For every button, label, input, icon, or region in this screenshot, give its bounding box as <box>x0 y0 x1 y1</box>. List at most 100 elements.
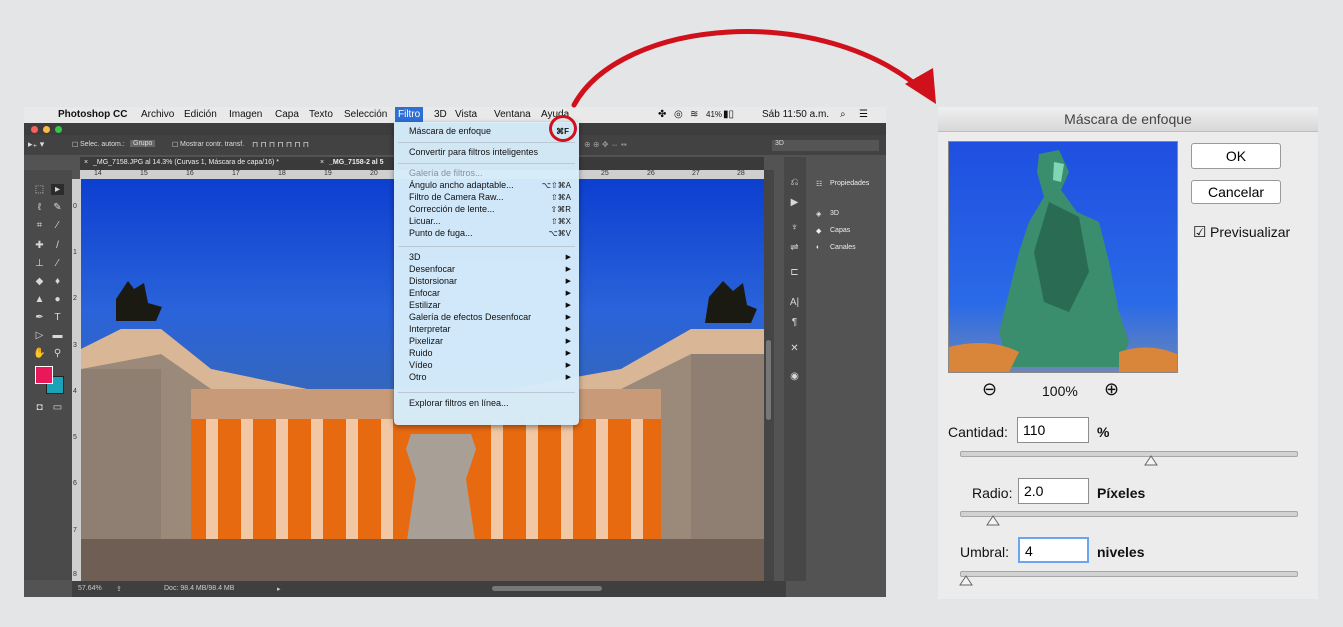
eyedropper-tool-icon[interactable]: ⁄ <box>51 220 64 231</box>
screen-mode-icon[interactable]: ▭ <box>51 402 64 413</box>
menu-filtro[interactable]: Filtro <box>395 107 424 123</box>
amount-slider[interactable] <box>960 451 1298 457</box>
menu-3d[interactable]: 3D <box>434 109 447 120</box>
minimize-window-button[interactable] <box>43 126 50 133</box>
show-transform-checkbox[interactable]: ☐ <box>172 141 178 149</box>
hand-tool-icon[interactable]: ✋ <box>33 348 46 359</box>
clock[interactable]: Sáb 11:50 a.m. <box>762 109 829 120</box>
adjustments-panel-icon[interactable]: ⇌ <box>788 242 801 253</box>
ok-button[interactable]: OK <box>1191 143 1281 169</box>
panel-3d[interactable]: 3D <box>830 210 839 217</box>
battery-icon[interactable]: ▮▯ <box>723 109 734 120</box>
submenu-blur-gallery[interactable]: Galería de efectos Desenfocar <box>409 312 531 322</box>
tab-document-2[interactable]: _MG_7158-2 al 5 <box>329 159 383 166</box>
menu-item-liquify[interactable]: Licuar... <box>409 216 441 226</box>
group-select[interactable]: Grupo <box>130 140 156 147</box>
submenu-desenfocar[interactable]: Desenfocar <box>409 264 455 274</box>
status-menu-arrow-icon[interactable]: ▸ <box>277 585 281 593</box>
menu-item-adaptive-wide-angle[interactable]: Ángulo ancho adaptable... <box>409 180 514 190</box>
tools-presets-icon[interactable]: ✕ <box>788 343 801 354</box>
spotlight-search-icon[interactable]: ⌕ <box>840 109 846 120</box>
vertical-scrollbar[interactable] <box>764 170 774 581</box>
paint-bucket-tool-icon[interactable]: ♦ <box>51 276 64 287</box>
submenu-otro[interactable]: Otro <box>409 372 427 382</box>
quick-mask-icon[interactable]: ◘ <box>33 402 46 413</box>
tab-close-icon[interactable]: × <box>84 159 88 166</box>
menu-item-camera-raw[interactable]: Filtro de Camera Raw... <box>409 192 504 202</box>
radius-slider-thumb[interactable] <box>986 514 1000 526</box>
submenu-3d[interactable]: 3D <box>409 252 421 262</box>
menu-item-vanishing-point[interactable]: Punto de fuga... <box>409 228 473 238</box>
zoom-window-button[interactable] <box>55 126 62 133</box>
submenu-pixelizar[interactable]: Pixelizar <box>409 336 443 346</box>
paragraph-panel-icon[interactable]: ¶ <box>788 317 801 328</box>
menu-ventana[interactable]: Ventana <box>494 109 531 120</box>
submenu-ruido[interactable]: Ruido <box>409 348 433 358</box>
auto-select-checkbox[interactable]: ☐ <box>72 141 78 149</box>
menu-item-last-filter[interactable]: Máscara de enfoque <box>409 126 491 136</box>
swatches-panel-icon[interactable]: ◉ <box>788 371 801 382</box>
brush-panel-icon[interactable]: ♆ <box>788 222 801 233</box>
eraser-tool-icon[interactable]: ◆ <box>33 276 46 287</box>
submenu-video[interactable]: Vídeo <box>409 360 433 370</box>
radius-slider[interactable] <box>960 511 1298 517</box>
quick-select-tool-icon[interactable]: ✎ <box>51 202 64 213</box>
zoom-level[interactable]: 57.64% <box>78 585 102 592</box>
history-panel-icon[interactable]: ⎌ <box>788 177 801 188</box>
pen-tool-icon[interactable]: ✒ <box>33 312 46 323</box>
workspace-select[interactable]: 3D <box>772 140 879 151</box>
threshold-input[interactable]: 4 <box>1018 537 1089 563</box>
panel-capas[interactable]: Capas <box>830 227 850 234</box>
zoom-tool-icon[interactable]: ⚲ <box>51 348 64 359</box>
menu-seleccion[interactable]: Selección <box>344 109 387 120</box>
menu-item-lens-correction[interactable]: Corrección de lente... <box>409 204 495 214</box>
app-name[interactable]: Photoshop CC <box>58 109 127 120</box>
panel-propiedades[interactable]: Propiedades <box>830 180 869 187</box>
path-select-tool-icon[interactable]: ▷ <box>33 330 46 341</box>
menu-item-convert-smart[interactable]: Convertir para filtros inteligentes <box>409 147 538 157</box>
threshold-slider[interactable] <box>960 571 1298 577</box>
scroll-thumb[interactable] <box>766 340 771 420</box>
wifi-icon[interactable]: ≋ <box>690 109 698 120</box>
type-tool-icon[interactable]: T <box>51 312 64 323</box>
submenu-estilizar[interactable]: Estilizar <box>409 300 441 310</box>
amount-input[interactable]: 110 <box>1017 417 1089 443</box>
zoom-in-icon[interactable]: ⊕ <box>1104 379 1119 400</box>
healing-brush-tool-icon[interactable]: ✚ <box>33 240 46 251</box>
move-tool-icon[interactable]: ▸ <box>51 184 64 195</box>
marquee-tool-icon[interactable]: ⬚ <box>33 184 46 195</box>
tab-close-icon[interactable]: × <box>320 159 324 166</box>
amount-slider-thumb[interactable] <box>1144 454 1158 466</box>
dodge-tool-icon[interactable]: ● <box>51 294 64 305</box>
zoom-out-icon[interactable]: ⊖ <box>982 379 997 400</box>
panel-canales[interactable]: Canales <box>830 244 856 251</box>
menu-vista[interactable]: Vista <box>455 109 477 120</box>
horizontal-scroll-thumb[interactable] <box>492 586 602 591</box>
move-tool-icon[interactable]: ▸₊ ▾ <box>28 139 44 150</box>
filter-preview[interactable] <box>948 141 1178 373</box>
3d-mode-icons[interactable]: ⊕ ⊕ ✥ ⇔ ▪▪ <box>584 140 627 149</box>
share-icon[interactable]: ⇪ <box>116 585 122 593</box>
actions-panel-icon[interactable]: ▶ <box>788 197 801 208</box>
radius-input[interactable]: 2.0 <box>1018 478 1089 504</box>
sync-icon[interactable]: ◎ <box>674 109 683 120</box>
menu-texto[interactable]: Texto <box>309 109 333 120</box>
character-panel-icon[interactable]: A| <box>788 297 801 308</box>
crop-tool-icon[interactable]: ⌗ <box>33 220 46 231</box>
brush-tool-icon[interactable]: / <box>51 240 64 251</box>
menu-imagen[interactable]: Imagen <box>229 109 262 120</box>
foreground-color-swatch[interactable] <box>35 366 53 384</box>
layer-comps-icon[interactable]: ⊏ <box>788 267 801 278</box>
align-icons[interactable]: ⊓ ⊓ ⊓ ⊓ ⊓ ⊓ ⊓ <box>252 140 309 149</box>
close-window-button[interactable] <box>31 126 38 133</box>
submenu-distorsionar[interactable]: Distorsionar <box>409 276 457 286</box>
cancel-button[interactable]: Cancelar <box>1191 180 1281 204</box>
preview-checkbox[interactable]: ☑ <box>1193 223 1206 241</box>
submenu-interpretar[interactable]: Interpretar <box>409 324 451 334</box>
notification-center-icon[interactable]: ☰ <box>859 109 868 120</box>
menu-edicion[interactable]: Edición <box>184 109 217 120</box>
submenu-enfocar[interactable]: Enfocar <box>409 288 440 298</box>
threshold-slider-thumb[interactable] <box>959 574 973 586</box>
dropbox-icon[interactable]: ✤ <box>658 109 666 120</box>
menu-capa[interactable]: Capa <box>275 109 299 120</box>
